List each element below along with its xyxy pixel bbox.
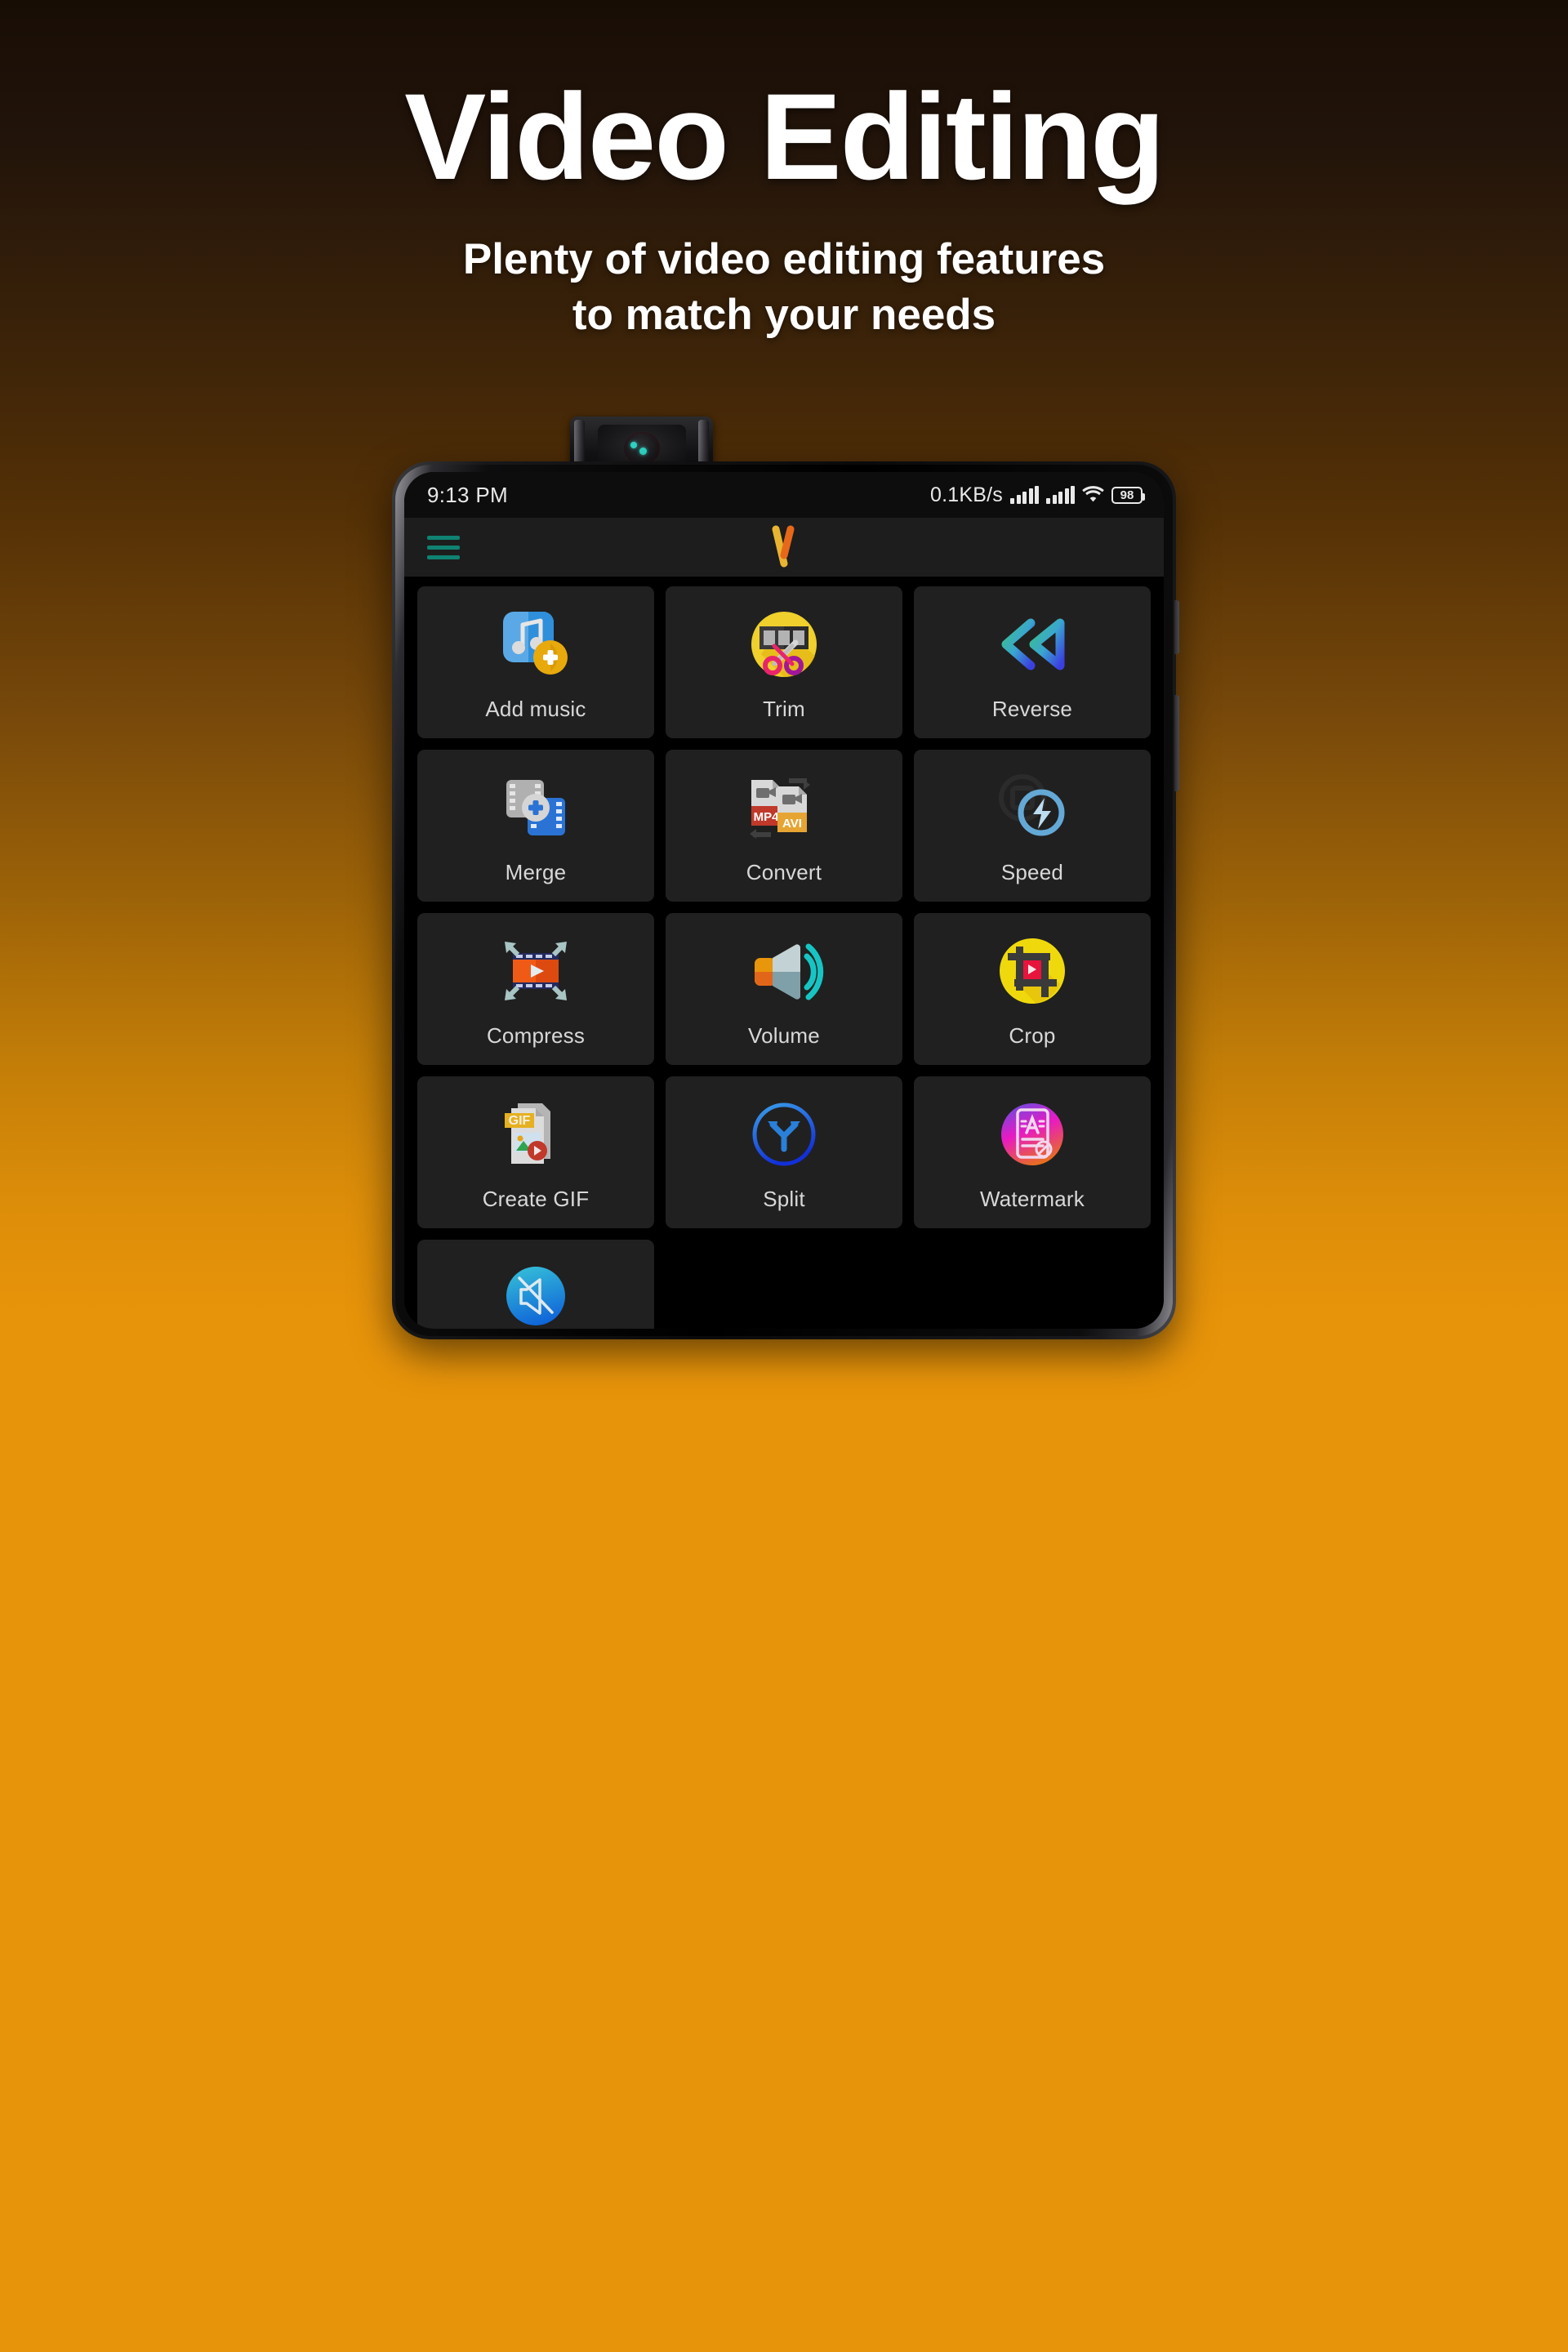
mute-speaker-icon <box>497 1257 575 1330</box>
tile-create-gif[interactable]: GIF Create GIF <box>417 1076 654 1228</box>
phone-bezel: 9:13 PM 0.1KB/s 98 Add music Trim Revers… <box>395 465 1173 1336</box>
lens-highlight <box>630 442 637 448</box>
add-music-icon <box>497 604 575 685</box>
tile-trim[interactable]: Trim <box>665 586 902 738</box>
power-button[interactable] <box>1174 600 1179 654</box>
tile-crop[interactable]: Crop <box>913 913 1151 1065</box>
promo-header: Video Editing Plenty of video editing fe… <box>0 0 1568 343</box>
battery-icon: 98 <box>1111 486 1145 504</box>
camera-lens <box>624 432 660 465</box>
app-bar <box>404 518 1164 577</box>
merge-filmstrips-icon <box>497 767 575 849</box>
tile-label: Split <box>763 1186 805 1211</box>
page-title: Video Editing <box>404 68 1165 205</box>
subtitle-line-1: Plenty of video editing features <box>462 235 1106 283</box>
speed-lightning-icon <box>987 767 1077 849</box>
convert-to-label: AVI <box>782 817 802 831</box>
create-gif-file-icon: GIF <box>497 1094 575 1175</box>
phone-screen: 9:13 PM 0.1KB/s 98 Add music Trim Revers… <box>404 472 1164 1329</box>
tile-watermark[interactable]: Watermark <box>913 1076 1151 1228</box>
status-clock: 9:13 PM <box>427 482 508 507</box>
subtitle-line-2: to match your needs <box>572 290 996 339</box>
network-speed: 0.1KB/s <box>930 483 1003 506</box>
reverse-rewind-icon <box>991 604 1073 685</box>
tile-volume[interactable]: Volume <box>665 913 902 1065</box>
phone-body: 9:13 PM 0.1KB/s 98 Add music Trim Revers… <box>392 461 1179 1339</box>
tile-add-music[interactable]: Add music <box>417 586 654 738</box>
compress-arrows-icon <box>497 930 575 1012</box>
tile-label: Volume <box>748 1022 820 1048</box>
tile-mute[interactable]: Mute <box>417 1240 654 1329</box>
page-subtitle: Plenty of video editing features to matc… <box>0 232 1568 343</box>
feature-grid: Add music Trim Reverse Merge MP4 AVI Con… <box>404 577 1164 1329</box>
tile-label: Reverse <box>991 696 1073 721</box>
wifi-icon <box>1082 484 1104 506</box>
crop-frame-icon <box>993 930 1071 1012</box>
tile-empty <box>914 1240 1151 1329</box>
tile-compress[interactable]: Compress <box>417 913 654 1065</box>
tile-label: Add music <box>485 696 586 721</box>
split-fork-icon <box>745 1094 823 1175</box>
status-bar: 9:13 PM 0.1KB/s 98 <box>404 472 1164 518</box>
signal-bars-icon <box>1046 486 1075 504</box>
convert-mp4-avi-icon: MP4 AVI <box>743 767 825 849</box>
tile-label: Speed <box>1000 859 1064 884</box>
tile-label: Crop <box>1009 1022 1056 1048</box>
status-indicators: 0.1KB/s 98 <box>930 483 1145 507</box>
tile-label: Merge <box>505 859 567 884</box>
tile-split[interactable]: Split <box>665 1076 902 1228</box>
lens-highlight <box>639 448 647 455</box>
volume-speaker-icon <box>743 930 825 1012</box>
hamburger-menu-icon[interactable] <box>427 535 460 559</box>
signal-bars-icon <box>1010 486 1039 504</box>
volume-button[interactable] <box>1174 695 1179 791</box>
battery-level: 98 <box>1120 488 1134 502</box>
tile-label: Trim <box>763 696 805 721</box>
tile-label: Create GIF <box>482 1186 590 1211</box>
watermark-document-icon <box>993 1094 1071 1175</box>
app-logo-v-icon <box>760 524 808 570</box>
tile-label: Watermark <box>979 1186 1085 1211</box>
trim-scissors-icon <box>745 604 823 685</box>
tile-merge[interactable]: Merge <box>417 750 654 902</box>
tile-convert[interactable]: MP4 AVI Convert <box>665 750 902 902</box>
tile-empty <box>666 1240 902 1329</box>
tile-label: Compress <box>486 1022 586 1048</box>
tile-reverse[interactable]: Reverse <box>913 586 1151 738</box>
phone-mockup: 9:13 PM 0.1KB/s 98 Add music Trim Revers… <box>392 416 1179 1339</box>
gif-label: GIF <box>509 1114 531 1128</box>
convert-from-label: MP4 <box>754 810 780 824</box>
tile-speed[interactable]: Speed <box>913 750 1151 902</box>
tile-label: Convert <box>746 859 822 884</box>
